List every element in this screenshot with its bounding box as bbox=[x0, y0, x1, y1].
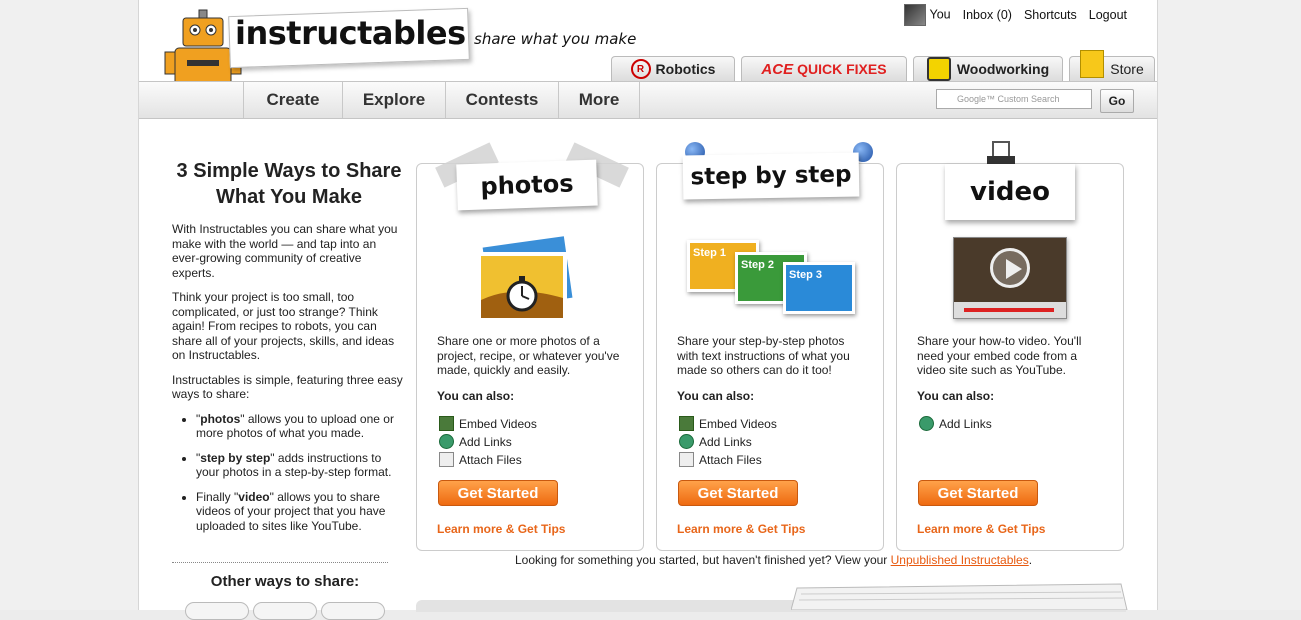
photo-stack-icon bbox=[477, 236, 575, 322]
tab-store-label: Store bbox=[1110, 61, 1144, 77]
unpublished-note: Looking for something you started, but h… bbox=[515, 553, 1033, 567]
film-icon bbox=[679, 416, 694, 431]
inbox-link[interactable]: Inbox (0) bbox=[963, 8, 1012, 22]
logout-link[interactable]: Logout bbox=[1089, 8, 1127, 22]
intro-title: 3 Simple Ways to Share What You Make bbox=[176, 160, 402, 208]
file-icon bbox=[439, 452, 454, 467]
step-3-thumbnail: Step 3 bbox=[783, 262, 855, 314]
step-2-label: Step 2 bbox=[741, 259, 775, 271]
step-1-label: Step 1 bbox=[693, 247, 727, 259]
photos-feature-embed-videos: Embed Videos bbox=[439, 416, 537, 431]
shopping-bag-icon bbox=[1080, 50, 1105, 78]
page: instructables share what you make You In… bbox=[138, 0, 1158, 620]
site-logo[interactable]: instructables bbox=[235, 14, 466, 52]
photos-card: photos Share one or more photos of a pro… bbox=[416, 142, 644, 551]
paper-decoration-icon bbox=[791, 583, 1128, 610]
intro-column: 3 Simple Ways to Share What You Make Wit… bbox=[172, 158, 406, 543]
robotics-logo-icon: R bbox=[630, 59, 651, 79]
step-by-step-description: Share your step-by-step photos with text… bbox=[677, 334, 850, 377]
other-ways-heading: Other ways to share: bbox=[210, 573, 360, 590]
video-also-label: You can also: bbox=[917, 389, 995, 403]
other-way-button-2[interactable] bbox=[253, 602, 317, 620]
tab-store[interactable]: Store bbox=[1069, 50, 1155, 81]
tab-ace-quick-fixes[interactable]: ACE QUICK FIXES bbox=[741, 56, 907, 81]
photos-card-title: photos bbox=[456, 159, 598, 211]
other-way-button-3[interactable] bbox=[321, 602, 385, 620]
tab-ace-label: QUICK FIXES bbox=[797, 61, 887, 77]
tab-woodworking-label: Woodworking bbox=[956, 61, 1050, 77]
unpublished-instructables-link[interactable]: Unpublished Instructables bbox=[891, 553, 1029, 567]
intro-paragraph-2: Think your project is too small, too com… bbox=[172, 290, 395, 362]
tab-robotics-label: Robotics bbox=[655, 61, 716, 77]
video-controls bbox=[954, 302, 1066, 318]
step-feature-add-links: Add Links bbox=[679, 434, 752, 449]
video-feature-add-links: Add Links bbox=[919, 416, 992, 431]
main-nav: Create Explore Contests More Google™ Cus… bbox=[139, 81, 1157, 119]
photos-description: Share one or more photos of a project, r… bbox=[437, 334, 620, 377]
tagline: share what you make bbox=[474, 30, 637, 48]
video-progress-bar[interactable] bbox=[964, 308, 1054, 312]
step-by-step-card-title: step by step bbox=[682, 152, 860, 200]
search-go-button[interactable]: Go bbox=[1100, 89, 1134, 113]
step-by-step-also-label: You can also: bbox=[677, 389, 755, 403]
video-card-title: video bbox=[945, 164, 1075, 220]
step-3-label: Step 3 bbox=[789, 269, 823, 281]
sponsor-tabs: R Robotics ACE QUICK FIXES Woodworking S… bbox=[611, 50, 1155, 81]
tab-robotics[interactable]: R Robotics bbox=[611, 56, 735, 81]
step-by-step-learn-more-link[interactable]: Learn more & Get Tips bbox=[677, 522, 805, 536]
you-link[interactable]: You bbox=[903, 4, 951, 26]
video-thumbnail[interactable] bbox=[953, 237, 1067, 319]
step-by-step-get-started-button[interactable]: Get Started bbox=[678, 480, 798, 506]
avatar bbox=[903, 4, 926, 26]
photos-also-label: You can also: bbox=[437, 389, 515, 403]
link-icon bbox=[679, 434, 694, 449]
photos-feature-attach-files: Attach Files bbox=[439, 452, 522, 467]
photos-learn-more-link[interactable]: Learn more & Get Tips bbox=[437, 522, 565, 536]
you-label: You bbox=[929, 7, 951, 22]
link-icon bbox=[919, 416, 934, 431]
intro-paragraph-3: Instructables is simple, featuring three… bbox=[172, 372, 403, 402]
file-icon bbox=[679, 452, 694, 467]
list-item: "photos" allows you to upload one or mor… bbox=[196, 412, 406, 441]
tab-woodworking[interactable]: Woodworking bbox=[913, 56, 1063, 81]
video-get-started-button[interactable]: Get Started bbox=[918, 480, 1038, 506]
step-feature-embed-videos: Embed Videos bbox=[679, 416, 777, 431]
shortcuts-link[interactable]: Shortcuts bbox=[1024, 8, 1077, 22]
woodworking-icon bbox=[926, 57, 951, 81]
video-learn-more-link[interactable]: Learn more & Get Tips bbox=[917, 522, 1045, 536]
photos-feature-add-links: Add Links bbox=[439, 434, 512, 449]
step-feature-attach-files: Attach Files bbox=[679, 452, 762, 467]
left-background bbox=[0, 0, 138, 610]
film-icon bbox=[439, 416, 454, 431]
list-item: "step by step" adds instructions to your… bbox=[196, 451, 406, 480]
step-by-step-card: step by step Step 1 Step 2 Step 3 Share … bbox=[656, 142, 884, 551]
share-methods-list: "photos" allows you to upload one or mor… bbox=[172, 412, 406, 534]
search-input[interactable]: Google™ Custom Search bbox=[936, 89, 1092, 109]
nav-create[interactable]: Create bbox=[243, 82, 342, 118]
divider bbox=[172, 562, 388, 563]
other-way-button-1[interactable] bbox=[185, 602, 249, 620]
ace-logo: ACE bbox=[761, 60, 794, 78]
user-nav: You Inbox (0) Shortcuts Logout bbox=[903, 4, 1127, 26]
nav-contests[interactable]: Contests bbox=[445, 82, 558, 118]
video-card: video Share your how-to video. You'll ne… bbox=[896, 141, 1124, 551]
play-icon[interactable] bbox=[990, 248, 1030, 288]
video-description: Share your how-to video. You'll need you… bbox=[917, 334, 1082, 377]
list-item: Finally "video" allows you to share vide… bbox=[196, 490, 406, 534]
photos-get-started-button[interactable]: Get Started bbox=[438, 480, 558, 506]
link-icon bbox=[439, 434, 454, 449]
nav-more[interactable]: More bbox=[558, 82, 640, 118]
right-background bbox=[1157, 0, 1301, 610]
intro-paragraph-1: With Instructables you can share what yo… bbox=[172, 222, 398, 280]
nav-explore[interactable]: Explore bbox=[342, 82, 445, 118]
